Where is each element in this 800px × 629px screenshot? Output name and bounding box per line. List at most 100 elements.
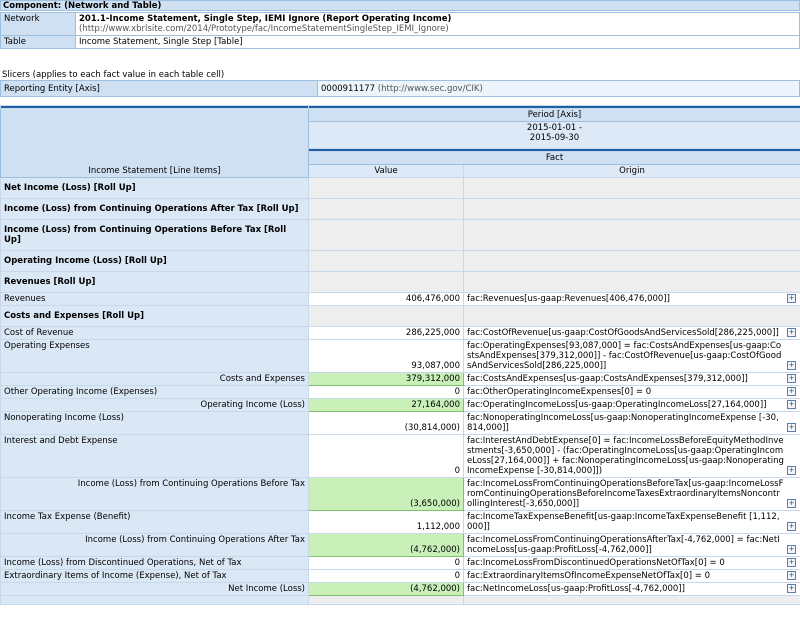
expand-icon[interactable]: + <box>787 374 796 383</box>
fact-origin: fac:CostOfRevenue[us-gaap:CostOfGoodsAnd… <box>467 328 779 338</box>
table-row: Costs and Expenses 379,312,000 fac:CostsAn… <box>0 372 800 386</box>
table-row: Interest and Debt Expense 0 fac:InterestAn… <box>0 434 800 478</box>
table-row: Nonoperating Income (Loss) (30,814,000) fa… <box>0 411 800 435</box>
fact-value: 0 <box>308 434 464 478</box>
fact-value: 286,225,000 <box>308 326 464 340</box>
fact-origin: fac:Revenues[us-gaap:Revenues[406,476,00… <box>467 294 670 304</box>
expand-icon[interactable]: + <box>787 466 796 475</box>
table-row: Net Income (Loss) (4,762,000) fac:NetIncom… <box>0 582 800 596</box>
empty-cell <box>308 177 464 199</box>
fact-origin-cell: fac:CostsAndExpenses[us-gaap:CostsAndExp… <box>463 372 800 386</box>
empty-cell <box>463 305 800 327</box>
expand-icon[interactable]: + <box>787 361 796 370</box>
fact-origin: fac:OperatingIncomeLoss[us-gaap:Operatin… <box>467 400 767 410</box>
network-url[interactable]: (http://www.xbrlsite.com/2014/Prototype/… <box>79 24 796 34</box>
line-items-header: Income Statement [Line Items] <box>0 108 309 178</box>
table-row: Net Income (Loss) [Roll Up] <box>0 177 800 199</box>
fact-origin: fac:NetIncomeLoss[us-gaap:ProfitLoss[-4,… <box>467 584 685 594</box>
network-label: Network <box>0 12 76 36</box>
table-row: Income (Loss) from Continuing Operations… <box>0 477 800 511</box>
slicers-table: Reporting Entity [Axis] 0000911177 (http… <box>0 80 800 97</box>
line-item-label: Interest and Debt Expense <box>0 434 309 478</box>
fact-origin-cell: fac:IncomeLossFromContinuingOperationsAf… <box>463 533 800 557</box>
fact-origin: fac:OtherOperatingIncomeExpenses[0] = 0 <box>467 387 652 397</box>
period-axis-header: Period [Axis] <box>308 108 800 122</box>
fact-table: Income Statement [Line Items] Period [Ax… <box>0 105 800 605</box>
fact-origin-cell: fac:IncomeLossFromDiscontinuedOperations… <box>463 556 800 570</box>
line-item-label: Net Income (Loss) [Roll Up] <box>0 177 309 199</box>
table-row: Income (Loss) from Discontinued Operatio… <box>0 556 800 570</box>
table-row: Extraordinary Items of Income (Expense),… <box>0 569 800 583</box>
slicer-value-cell: 0000911177 (http://www.sec.gov/CIK) <box>317 80 800 97</box>
empty-cell <box>463 271 800 293</box>
fact-value: 406,476,000 <box>308 292 464 306</box>
line-item-label: Costs and Expenses [Roll Up] <box>0 305 309 327</box>
fact-value: (4,762,000) <box>308 582 464 596</box>
expand-icon[interactable]: + <box>787 545 796 554</box>
fact-origin-cell: fac:OtherOperatingIncomeExpenses[0] = 0 + <box>463 385 800 399</box>
empty-cell <box>463 250 800 272</box>
line-item-label: Income (Loss) from Continuing Operations… <box>0 198 309 220</box>
fact-header: Fact <box>308 151 800 165</box>
fact-origin-cell: fac:OperatingExpenses[93,087,000] = fac:… <box>463 339 800 373</box>
line-item-label: Operating Income (Loss) [Roll Up] <box>0 250 309 272</box>
line-item-label: Revenues <box>0 292 309 306</box>
line-item-label: Revenues [Roll Up] <box>0 271 309 293</box>
fact-value: (3,650,000) <box>308 477 464 511</box>
fact-origin: fac:NonoperatingIncomeLoss[us-gaap:Nonop… <box>467 413 779 433</box>
fact-value: 93,087,000 <box>308 339 464 373</box>
slicer-value-url[interactable]: (http://www.sec.gov/CIK) <box>378 84 483 94</box>
table-row: Cost of Revenue 286,225,000 fac:CostOfReve… <box>0 326 800 340</box>
fact-origin-cell: fac:ExtraordinaryItemsOfIncomeExpenseNet… <box>463 569 800 583</box>
line-item-label: Income (Loss) from Continuing Operations… <box>0 533 309 557</box>
expand-icon[interactable]: + <box>787 400 796 409</box>
network-cell: 201.1-Income Statement, Single Step, IEM… <box>75 12 800 36</box>
empty-cell <box>463 219 800 251</box>
empty-cell <box>308 305 464 327</box>
network-name: 201.1-Income Statement, Single Step, IEM… <box>79 14 452 24</box>
fact-origin-cell: fac:IncomeLossFromContinuingOperationsBe… <box>463 477 800 511</box>
expand-icon[interactable]: + <box>787 499 796 508</box>
fact-value: 0 <box>308 569 464 583</box>
table-row: Income Tax Expense (Benefit) 1,112,000 fac… <box>0 510 800 534</box>
line-item-label <box>0 595 309 605</box>
fact-origin: fac:IncomeLossFromDiscontinuedOperations… <box>467 558 725 568</box>
fact-origin-cell: fac:CostOfRevenue[us-gaap:CostOfGoodsAnd… <box>463 326 800 340</box>
fact-origin: fac:IncomeTaxExpenseBenefit[us-gaap:Inco… <box>467 512 780 532</box>
table-row: Operating Income (Loss) 27,164,000 fac:Ope… <box>0 398 800 412</box>
fact-origin-cell: fac:InterestAndDebtExpense[0] = fac:Inco… <box>463 434 800 478</box>
slicer-value: 0000911177 <box>321 83 376 94</box>
fact-origin: fac:IncomeLossFromContinuingOperationsBe… <box>467 479 784 509</box>
component-table: Network 201.1-Income Statement, Single S… <box>0 12 800 49</box>
table-row: Income (Loss) from Continuing Operations… <box>0 533 800 557</box>
slicers-caption: Slicers (applies to each fact value in e… <box>2 70 225 80</box>
line-item-label: Cost of Revenue <box>0 326 309 340</box>
line-item-label: Costs and Expenses <box>0 372 309 386</box>
fact-origin: fac:IncomeLossFromContinuingOperationsAf… <box>467 535 780 555</box>
fact-origin: fac:OperatingExpenses[93,087,000] = fac:… <box>467 341 782 371</box>
fact-value: 0 <box>308 385 464 399</box>
line-item-label: Other Operating Income (Expenses) <box>0 385 309 399</box>
component-title: Component: (Network and Table) <box>0 0 800 11</box>
table-row: Operating Income (Loss) [Roll Up] <box>0 250 800 272</box>
fact-value: (30,814,000) <box>308 411 464 435</box>
fact-origin-cell: fac:NetIncomeLoss[us-gaap:ProfitLoss[-4,… <box>463 582 800 596</box>
expand-icon[interactable]: + <box>787 328 796 337</box>
line-item-label: Income Tax Expense (Benefit) <box>0 510 309 534</box>
line-item-label: Nonoperating Income (Loss) <box>0 411 309 435</box>
origin-column-header: Origin <box>463 164 800 178</box>
value-column-header: Value <box>308 164 464 178</box>
expand-icon[interactable]: + <box>787 294 796 303</box>
fact-value: 0 <box>308 556 464 570</box>
empty-cell <box>308 595 464 605</box>
period-value: 2015-01-01 - 2015-09-30 <box>308 121 800 149</box>
expand-icon[interactable]: + <box>787 423 796 432</box>
expand-icon[interactable]: + <box>787 558 796 567</box>
line-item-label: Operating Income (Loss) <box>0 398 309 412</box>
expand-icon[interactable]: + <box>787 571 796 580</box>
fact-origin: fac:InterestAndDebtExpense[0] = fac:Inco… <box>467 436 784 476</box>
expand-icon[interactable]: + <box>787 522 796 531</box>
expand-icon[interactable]: + <box>787 584 796 593</box>
expand-icon[interactable]: + <box>787 387 796 396</box>
empty-cell <box>463 198 800 220</box>
